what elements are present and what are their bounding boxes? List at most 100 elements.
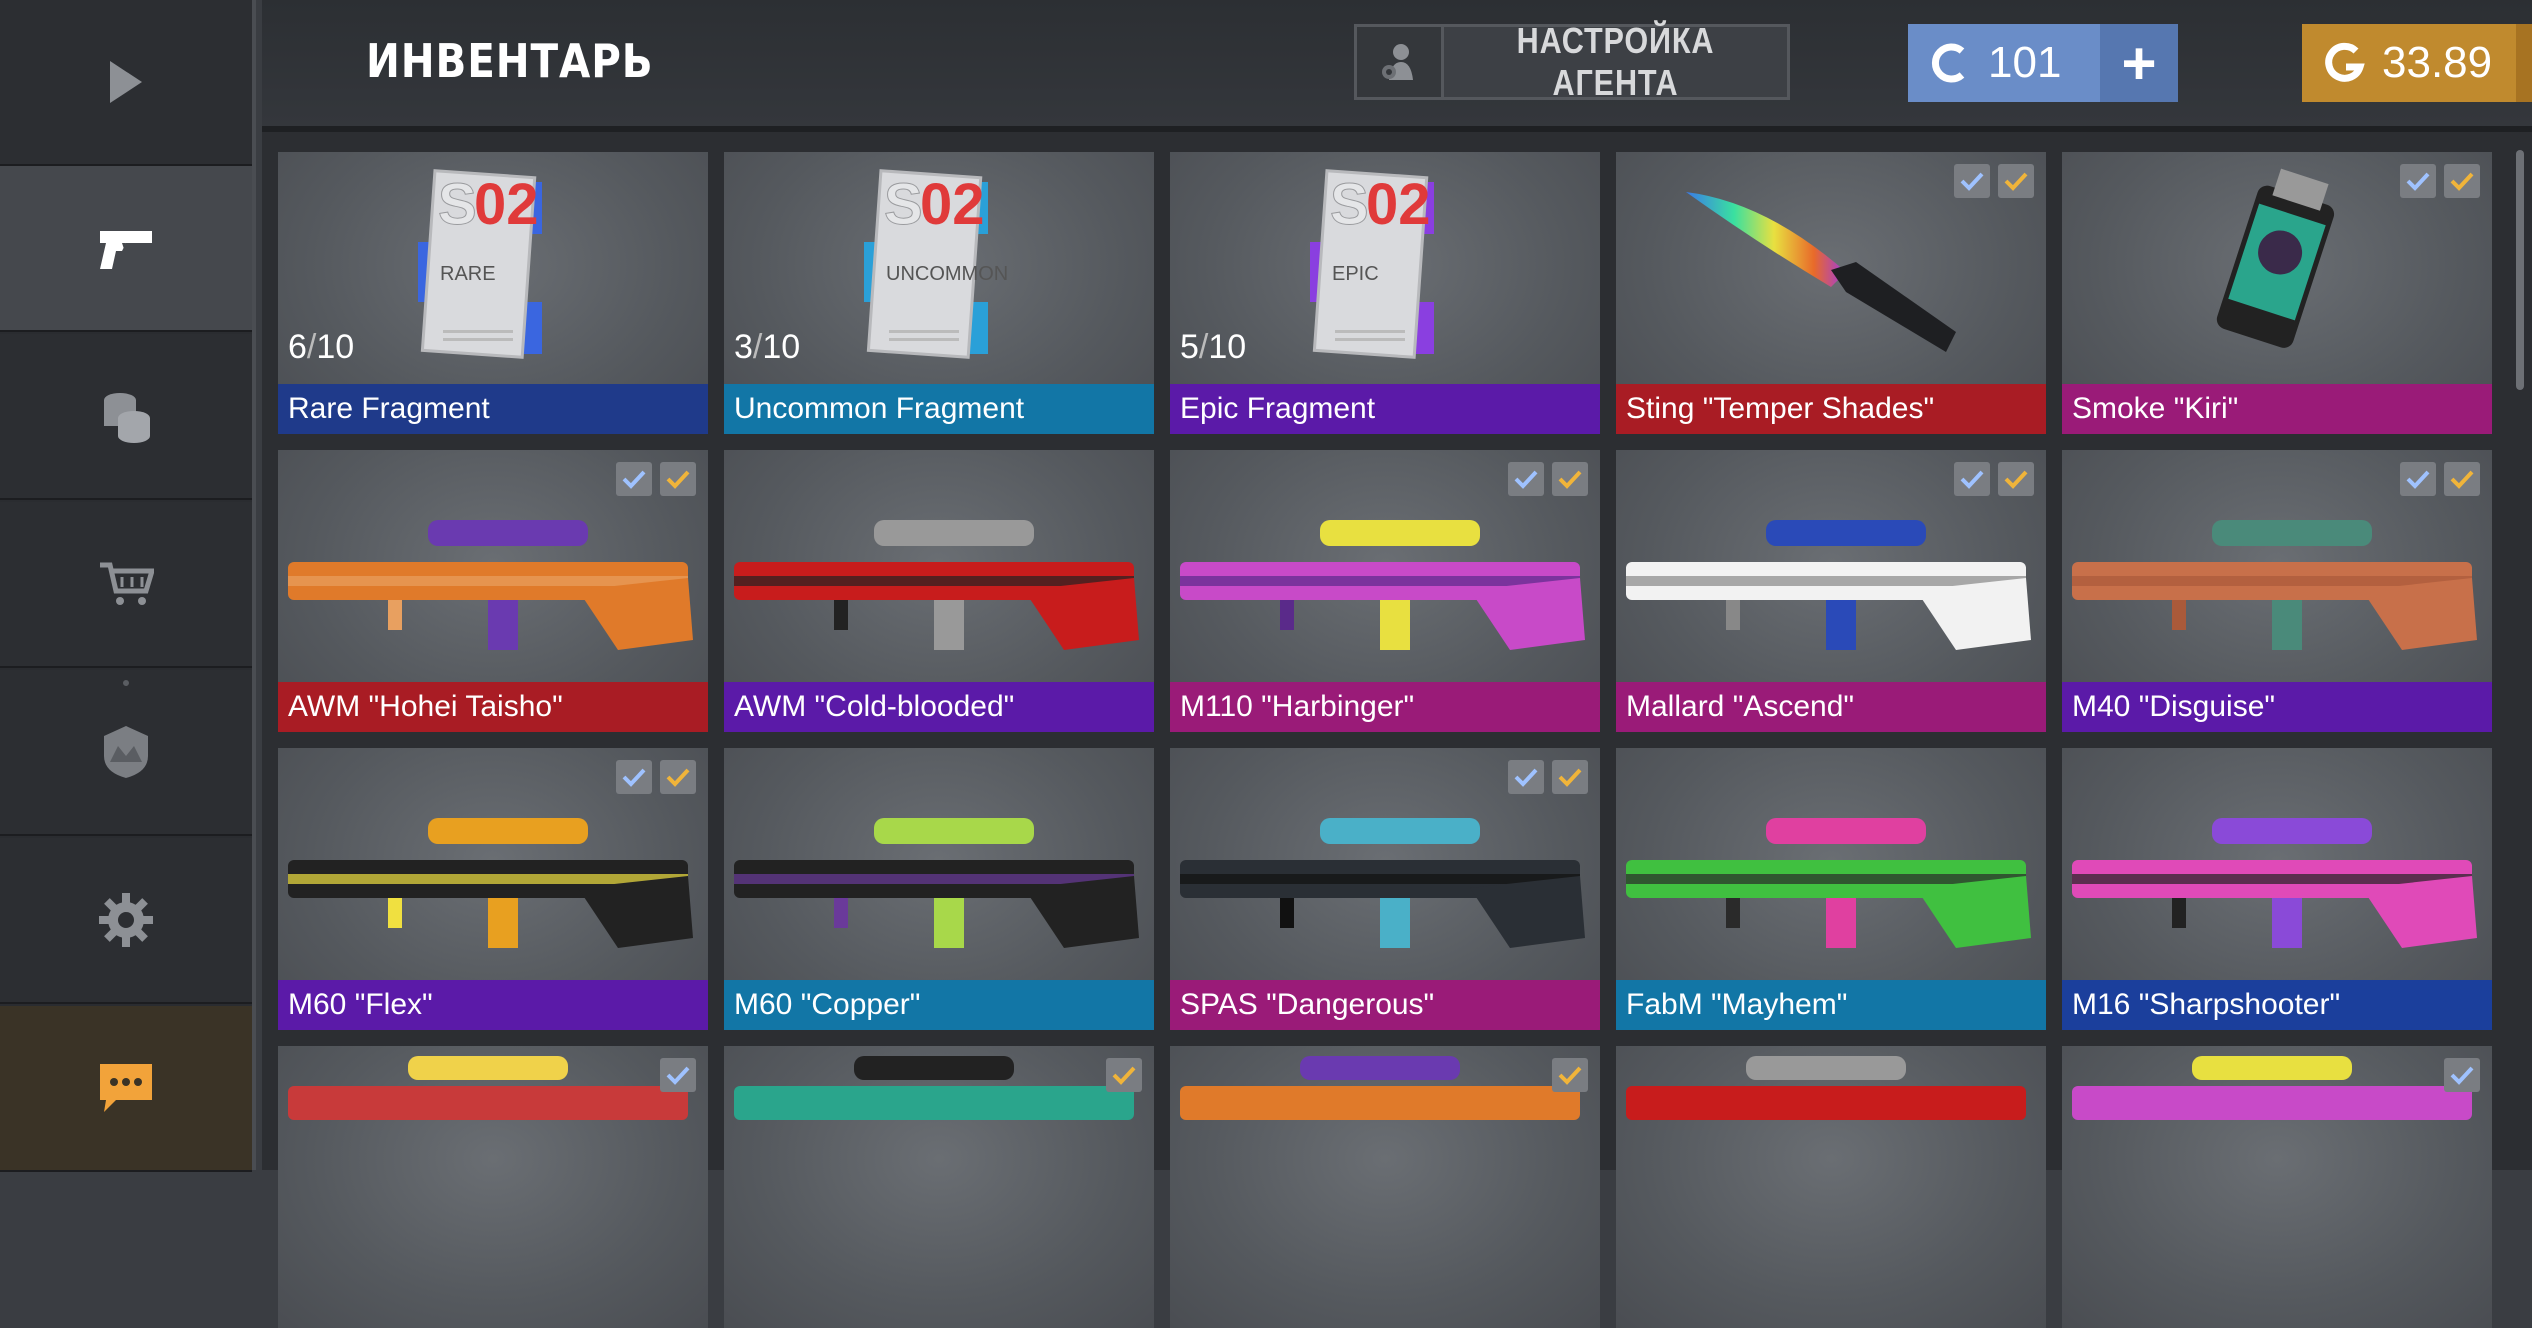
svg-text:02: 02	[1366, 172, 1431, 237]
inventory-card[interactable]: AWM "Cold-blooded"	[724, 450, 1154, 732]
pistol-icon	[100, 231, 152, 269]
page-title: ИНВЕНТАРЬ	[366, 34, 654, 88]
item-name: M60 "Copper"	[724, 980, 1154, 1030]
inventory-card[interactable]: S 02 RARE 6/10 Rare Fragment	[278, 152, 708, 434]
ct-equipped-check-icon[interactable]	[1954, 164, 1990, 198]
ct-equipped-check-icon[interactable]	[616, 760, 652, 794]
play-icon	[110, 61, 142, 103]
ct-equipped-check-icon[interactable]	[2400, 164, 2436, 198]
loadout-checks	[2400, 462, 2480, 496]
item-name: M110 "Harbinger"	[1170, 682, 1600, 732]
credits-icon	[1931, 43, 1965, 83]
inventory-card[interactable]: Sting "Temper Shades"	[1616, 152, 2046, 434]
inventory-card[interactable]: Smoke "Kiri"	[2062, 152, 2492, 434]
item-name: Uncommon Fragment	[724, 384, 1154, 434]
inventory-card[interactable]: S 02 UNCOMMON 3/10 Uncommon Fragment	[724, 152, 1154, 434]
inventory-card[interactable]: M60 "Copper"	[724, 748, 1154, 1030]
inventory-card[interactable]	[1616, 1046, 2046, 1328]
t-equipped-check-icon[interactable]	[1106, 1058, 1142, 1092]
fragment-count-total: 10	[1208, 328, 1247, 366]
loadout-checks	[616, 760, 696, 794]
inventory-card[interactable]: Mallard "Ascend"	[1616, 450, 2046, 732]
add-gold-button[interactable]: +	[2516, 24, 2532, 102]
top-bar: ИНВЕНТАРЬ НАСТРОЙКА АГЕНТА 101 + 33.89 +	[262, 0, 2532, 132]
svg-text:RARE: RARE	[440, 263, 496, 285]
indicator-dot	[123, 680, 129, 686]
svg-text:02: 02	[474, 172, 539, 237]
fragment-count-separator: /	[1198, 328, 1209, 366]
t-equipped-check-icon[interactable]	[660, 760, 696, 794]
fragment-count-current: 5	[1180, 328, 1199, 366]
ct-equipped-check-icon[interactable]	[1954, 462, 1990, 496]
inventory-card[interactable]: S 02 EPIC 5/10 Epic Fragment	[1170, 152, 1600, 434]
clan-shield-icon	[104, 726, 148, 778]
svg-text:02: 02	[920, 172, 985, 237]
inventory-card[interactable]	[278, 1046, 708, 1328]
ct-equipped-check-icon[interactable]	[616, 462, 652, 496]
item-image	[734, 520, 1139, 650]
sidebar-item-shop[interactable]	[0, 502, 252, 668]
agent-settings-button[interactable]: НАСТРОЙКА АГЕНТА	[1354, 20, 1790, 103]
item-image	[2072, 1056, 2472, 1120]
credits-display: 101	[1908, 24, 2100, 102]
inventory-card[interactable]: FabM "Mayhem"	[1616, 748, 2046, 1030]
inventory-card[interactable]	[724, 1046, 1154, 1328]
item-image	[734, 818, 1139, 948]
item-image	[1626, 1056, 2026, 1120]
inventory-card[interactable]	[2062, 1046, 2492, 1328]
fragment-count: 5/10	[1180, 328, 1246, 367]
item-name: AWM "Hohei Taisho"	[278, 682, 708, 732]
fragment-count: 3/10	[734, 328, 800, 367]
chat-icon	[100, 1064, 152, 1112]
add-credits-button[interactable]: +	[2100, 24, 2178, 102]
loadout-checks	[2444, 1058, 2480, 1092]
item-image	[1180, 1056, 1580, 1120]
t-equipped-check-icon[interactable]	[2444, 462, 2480, 496]
inventory-card[interactable]: SPAS "Dangerous"	[1170, 748, 1600, 1030]
item-name: FabM "Mayhem"	[1616, 980, 2046, 1030]
inventory-grid: S 02 RARE 6/10 Rare Fragment S 02 UNCOMMON 3/10 U…	[262, 132, 2532, 1328]
sidebar-item-currency[interactable]	[0, 334, 252, 500]
inventory-card[interactable]: M16 "Sharpshooter"	[2062, 748, 2492, 1030]
svg-text:EPIC: EPIC	[1332, 263, 1379, 285]
svg-text:UNCOMMON: UNCOMMON	[886, 263, 1008, 285]
gold-balance: 33.89 +	[2302, 24, 2532, 102]
t-equipped-check-icon[interactable]	[1552, 760, 1588, 794]
sidebar-item-clan[interactable]	[0, 670, 252, 836]
loadout-checks	[1508, 760, 1588, 794]
item-name: M40 "Disguise"	[2062, 682, 2492, 732]
gear-icon	[99, 893, 153, 947]
gold-display: 33.89	[2302, 24, 2516, 102]
sidebar-item-chat[interactable]	[0, 1006, 252, 1172]
ct-equipped-check-icon[interactable]	[1508, 462, 1544, 496]
inventory-card[interactable]: M40 "Disguise"	[2062, 450, 2492, 732]
sidebar-item-settings[interactable]	[0, 838, 252, 1004]
fragment-count-total: 10	[316, 328, 355, 366]
scrollbar[interactable]	[2516, 150, 2524, 390]
item-name: SPAS "Dangerous"	[1170, 980, 1600, 1030]
svg-text:S: S	[438, 172, 477, 237]
t-equipped-check-icon[interactable]	[1998, 164, 2034, 198]
t-equipped-check-icon[interactable]	[1552, 462, 1588, 496]
inventory-card[interactable]: AWM "Hohei Taisho"	[278, 450, 708, 732]
inventory-card[interactable]	[1170, 1046, 1600, 1328]
item-name: Smoke "Kiri"	[2062, 384, 2492, 434]
svg-text:S: S	[884, 172, 923, 237]
sidebar-item-inventory[interactable]	[0, 166, 252, 332]
gold-icon	[2325, 42, 2365, 82]
ct-equipped-check-icon[interactable]	[660, 1058, 696, 1092]
t-equipped-check-icon[interactable]	[2444, 164, 2480, 198]
item-name: Rare Fragment	[278, 384, 708, 434]
ct-equipped-check-icon[interactable]	[1508, 760, 1544, 794]
item-image	[288, 1056, 688, 1120]
ct-equipped-check-icon[interactable]	[2400, 462, 2436, 496]
t-equipped-check-icon[interactable]	[660, 462, 696, 496]
inventory-card[interactable]: M60 "Flex"	[278, 748, 708, 1030]
t-equipped-check-icon[interactable]	[1998, 462, 2034, 496]
t-equipped-check-icon[interactable]	[1552, 1058, 1588, 1092]
credits-amount: 101	[1988, 38, 2062, 87]
inventory-card[interactable]: M110 "Harbinger"	[1170, 450, 1600, 732]
ct-equipped-check-icon[interactable]	[2444, 1058, 2480, 1092]
item-name: Epic Fragment	[1170, 384, 1600, 434]
sidebar-item-play[interactable]	[0, 0, 252, 166]
